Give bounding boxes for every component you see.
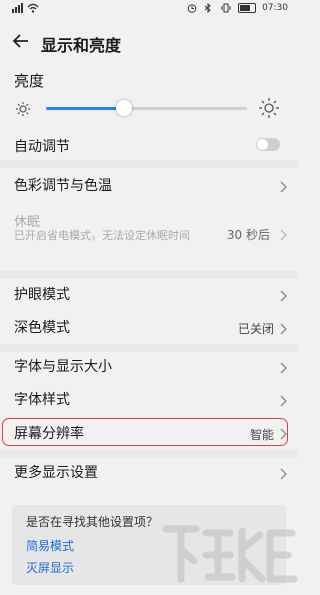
back-arrow-icon[interactable] (10, 30, 32, 52)
screen-off-display-link[interactable]: 灭屏显示 (26, 559, 74, 576)
status-time: 07:30 (262, 3, 288, 13)
chevron-right-icon (280, 362, 287, 374)
bluetooth-icon (204, 2, 215, 14)
chevron-right-icon (280, 229, 287, 241)
screen-resolution-label: 屏幕分辨率 (14, 426, 84, 442)
signal-icon (12, 3, 23, 13)
auto-adjust-row[interactable]: 自动调节 (0, 132, 298, 158)
chevron-right-icon (280, 428, 287, 440)
more-display-label: 更多显示设置 (14, 465, 98, 481)
brightness-thumb[interactable] (116, 100, 133, 116)
section-divider (0, 450, 298, 458)
screen-resolution-row[interactable]: 屏幕分辨率 智能 (0, 420, 298, 446)
chevron-right-icon (280, 290, 287, 302)
page-title: 显示和亮度 (41, 36, 122, 55)
chevron-right-icon (280, 181, 287, 193)
eye-care-row[interactable]: 护眼模式 (0, 281, 298, 307)
wifi-icon (27, 3, 39, 13)
screen-resolution-value: 智能 (249, 428, 274, 442)
more-display-row[interactable]: 更多显示设置 (0, 459, 298, 485)
section-divider (0, 160, 298, 168)
top-bar: 显示和亮度 (0, 22, 298, 62)
dark-mode-row[interactable]: 深色模式 已关闭 (0, 314, 298, 340)
sleep-value: 30 秒后 (226, 228, 270, 242)
dark-mode-value: 已关闭 (237, 322, 274, 336)
chevron-right-icon (280, 395, 287, 407)
font-style-row[interactable]: 字体样式 (0, 386, 298, 412)
dark-mode-label: 深色模式 (14, 320, 70, 336)
watermark-logo (158, 519, 298, 591)
brightness-slider[interactable] (46, 100, 247, 116)
toggle-knob (257, 139, 268, 150)
brightness-title: 亮度 (14, 72, 45, 90)
auto-adjust-toggle[interactable] (256, 138, 280, 151)
color-temperature-row[interactable]: 色彩调节与色温 (0, 172, 298, 198)
font-size-label: 字体与显示大小 (14, 359, 112, 375)
battery-icon (238, 3, 257, 13)
sun-small-icon (13, 99, 33, 119)
section-divider (0, 344, 298, 352)
brightness-fill (46, 107, 125, 110)
brightness-slider-row (0, 96, 298, 122)
vibrate-icon (221, 3, 232, 13)
font-size-row[interactable]: 字体与显示大小 (0, 353, 298, 379)
chevron-right-icon (280, 323, 287, 335)
suggestion-question: 是否在寻找其他设置项？ (26, 515, 159, 529)
section-divider (0, 271, 298, 279)
auto-adjust-label: 自动调节 (14, 139, 70, 155)
status-bar: 07:30 (0, 0, 298, 18)
sun-large-icon (258, 97, 280, 119)
sleep-description: 已开启省电模式，无法设定休眠时间 (14, 229, 190, 242)
font-style-label: 字体样式 (14, 392, 70, 408)
color-temperature-label: 色彩调节与色温 (14, 178, 112, 194)
chevron-right-icon (280, 468, 287, 480)
alarm-icon (187, 3, 198, 13)
eye-care-label: 护眼模式 (14, 287, 70, 303)
simple-mode-link[interactable]: 简易模式 (26, 537, 74, 554)
